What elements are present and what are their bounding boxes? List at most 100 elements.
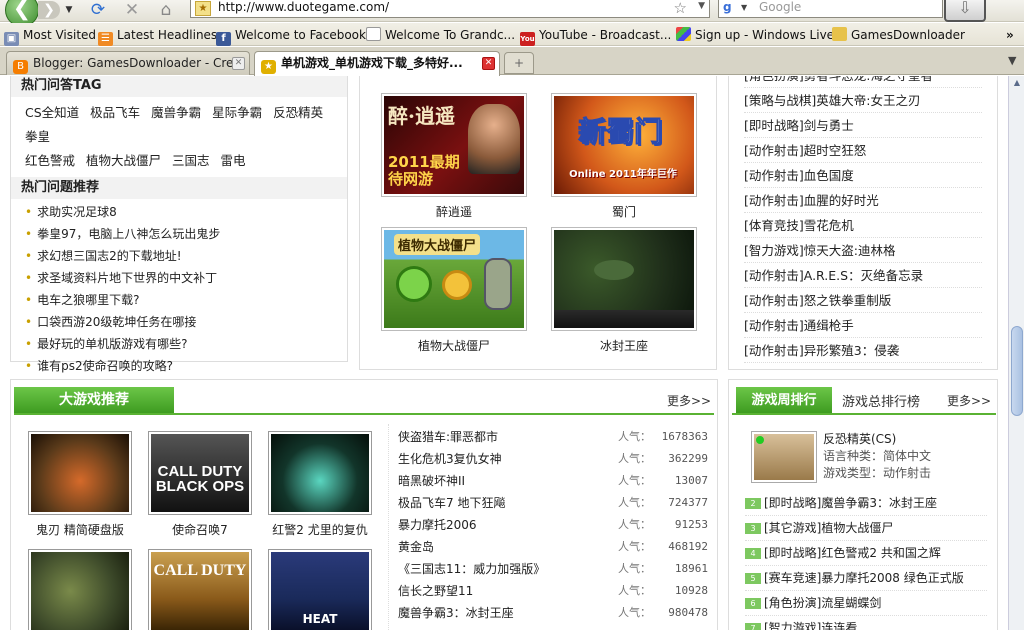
more-link[interactable]: 更多>> (667, 392, 711, 409)
list-item[interactable]: 侠盗猎车:罪恶都市 人气： 1678363 (398, 426, 714, 448)
forward-button[interactable]: ❯ (38, 1, 60, 19)
tab-blogger[interactable]: B Blogger: GamesDownloader - Cre... ✕ (6, 51, 250, 75)
close-icon[interactable]: ✕ (232, 57, 245, 70)
list-item[interactable]: [角色扮演]勇者斗恶龙:海之守望者 (744, 76, 982, 88)
game-card[interactable]: CALL DUTY BLACK OPS 使命召唤7 (148, 431, 252, 538)
list-item[interactable]: [体育竞技]雪花危机 (744, 213, 982, 238)
url-bar[interactable]: ★ http://www.duotegame.com/ ☆ ▼ (190, 0, 710, 18)
list-item[interactable]: 3 [其它游戏]植物大战僵尸 (745, 516, 987, 541)
game-card[interactable]: HEAT (268, 549, 372, 630)
game-link[interactable]: 黄金岛 (398, 540, 434, 554)
close-icon[interactable]: ✕ (482, 57, 495, 70)
game-name[interactable]: 冰封王座 (551, 337, 697, 354)
search-box[interactable]: g ▼ Google (718, 0, 943, 18)
home-icon[interactable]: ⌂ (154, 0, 178, 20)
question-link[interactable]: 最好玩的单机版游戏有哪些? (37, 337, 187, 351)
game-link[interactable]: [其它游戏]植物大战僵尸 (764, 521, 893, 535)
game-thumbnail[interactable]: 醉·逍遥 2011最期待网游 (381, 93, 527, 197)
game-link[interactable]: 极品飞车7 地下狂飚 (398, 496, 505, 510)
tag-link[interactable]: 极品飞车 (90, 105, 140, 120)
game-link[interactable]: 《三国志11：威力加强版》 (398, 562, 545, 576)
game-link[interactable]: [即时战略]红色警戒2 共和国之辉 (764, 546, 941, 560)
bookmark-latest-headlines[interactable]: ☰ Latest Headlines (98, 27, 217, 46)
scroll-up-arrow-icon[interactable]: ▲ (1011, 78, 1023, 90)
list-item[interactable]: 2 [即时战略]魔兽争霸3：冰封王座 (745, 491, 987, 516)
list-item[interactable]: [即时战略]剑与勇士 (744, 113, 982, 138)
vertical-scrollbar[interactable]: ▲ (1008, 76, 1024, 630)
game-link[interactable]: 信长之野望11 (398, 584, 473, 598)
list-item[interactable]: [动作射击]异形繁殖3：侵袭 (744, 338, 982, 363)
tag-link[interactable]: 三国志 (172, 153, 210, 168)
bookmark-youtube[interactable]: You YouTube - Broadcast... (520, 27, 671, 46)
list-item[interactable]: • 最好玩的单机版游戏有哪些? (25, 333, 333, 355)
tag-link[interactable]: 反恐精英 (273, 105, 323, 120)
stop-icon[interactable]: ✕ (120, 0, 144, 20)
bookmark-windows-live[interactable]: Sign up - Windows Live (676, 27, 834, 43)
list-item[interactable]: 6 [角色扮演]流星蝴蝶剑 (745, 591, 987, 616)
history-dropdown-button[interactable]: ▼ (62, 1, 76, 19)
list-item[interactable]: 魔兽争霸3：冰封王座 人气： 980478 (398, 602, 714, 624)
game-name[interactable]: 醉逍遥 (381, 203, 527, 220)
game-link[interactable]: 魔兽争霸3：冰封王座 (398, 606, 514, 620)
tab-total-rank[interactable]: 游戏总排行榜 (842, 391, 920, 410)
tag-link[interactable]: 雷电 (221, 153, 246, 168)
game-card[interactable]: 新蜀门 Online 2011年年巨作 蜀门 (551, 93, 697, 220)
question-link[interactable]: 谁有ps2使命召唤的攻略? (37, 359, 173, 373)
list-item[interactable]: • 电车之狼哪里下载? (25, 289, 333, 311)
list-item[interactable]: [智力游戏]惊天大盗:迪林格 (744, 238, 982, 263)
list-item[interactable]: [动作射击]怒之铁拳重制版 (744, 288, 982, 313)
featured-game-name[interactable]: 反恐精英(CS) (823, 431, 931, 448)
game-name[interactable]: 使命召唤7 (148, 521, 252, 538)
game-name[interactable]: 红警2 尤里的复仇 (268, 521, 372, 538)
question-link[interactable]: 口袋西游20级乾坤任务在哪接 (37, 315, 196, 329)
game-thumbnail[interactable]: 新蜀门 Online 2011年年巨作 (551, 93, 697, 197)
game-link[interactable]: 生化危机3复仇女神 (398, 452, 502, 466)
game-link[interactable]: [角色扮演]流星蝴蝶剑 (764, 596, 881, 610)
tab-weekly-rank[interactable]: 游戏周排行 (736, 387, 832, 414)
question-link[interactable]: 电车之狼哪里下载? (37, 293, 139, 307)
list-item[interactable]: • 求幻想三国志2的下载地址! (25, 245, 333, 267)
game-link[interactable]: [赛车竞速]暴力摩托2008 绿色正式版 (764, 571, 964, 585)
list-item[interactable]: [策略与战棋]英雄大帝:女王之刃 (744, 88, 982, 113)
list-item[interactable]: [动作射击]A.R.E.S：灭绝备忘录 (744, 263, 982, 288)
question-link[interactable]: 求幻想三国志2的下载地址! (37, 249, 181, 263)
question-link[interactable]: 求圣域资料片地下世界的中文补丁 (37, 271, 217, 285)
tab-list-chevron-icon[interactable]: ▼ (1008, 54, 1022, 67)
list-item[interactable]: • 谁有ps2使命召唤的攻略? (25, 355, 333, 377)
tag-link[interactable]: 魔兽争霸 (151, 105, 201, 120)
game-link[interactable]: 暴力摩托2006 (398, 518, 477, 532)
game-link[interactable]: [智力游戏]连连看 (764, 621, 857, 630)
list-item[interactable]: ... (398, 624, 714, 630)
game-link[interactable]: 侠盗猎车:罪恶都市 (398, 430, 498, 444)
list-item[interactable]: 生化危机3复仇女神 人气： 362299 (398, 448, 714, 470)
tag-link[interactable]: 拳皇 (25, 129, 50, 144)
list-item[interactable]: 7 [智力游戏]连连看 (745, 616, 987, 630)
tag-link[interactable]: 红色警戒 (25, 153, 75, 168)
download-arrow-icon[interactable]: ⇩ (944, 0, 986, 22)
reload-icon[interactable]: ⟳ (86, 0, 110, 20)
bookmark-star-icon[interactable]: ☆ (674, 0, 687, 17)
search-engine-icon[interactable]: g (723, 0, 739, 15)
game-card[interactable] (28, 549, 132, 630)
game-card[interactable]: 植物大战僵尸 植物大战僵尸 (381, 227, 527, 354)
game-name[interactable]: 植物大战僵尸 (381, 337, 527, 354)
list-item[interactable]: 5 [赛车竞速]暴力摩托2008 绿色正式版 (745, 566, 987, 591)
list-item[interactable]: [动作射击]血腥的好时光 (744, 188, 982, 213)
list-item[interactable]: • 口袋西游20级乾坤任务在哪接 (25, 311, 333, 333)
game-thumbnail[interactable] (551, 227, 697, 331)
more-link[interactable]: 更多>> (947, 392, 991, 409)
tag-link[interactable]: 植物大战僵尸 (86, 153, 161, 168)
game-name[interactable]: 鬼刃 精简硬盘版 (28, 521, 132, 538)
url-text[interactable]: http://www.duotegame.com/ (218, 0, 389, 14)
game-card[interactable]: 鬼刃 精简硬盘版 (28, 431, 132, 538)
game-thumbnail[interactable] (28, 549, 132, 630)
bookmark-facebook[interactable]: f Welcome to Facebook (216, 27, 366, 46)
list-item[interactable]: [动作射击]通缉枪手 (744, 313, 982, 338)
list-item[interactable]: 《三国志11：威力加强版》 人气： 18961 (398, 558, 714, 580)
game-card[interactable]: 醉·逍遥 2011最期待网游 醉逍遥 (381, 93, 527, 220)
new-tab-button[interactable]: + (504, 52, 534, 74)
question-link[interactable]: 求助实况足球8 (37, 205, 117, 219)
bookmarks-overflow-button[interactable]: » (1006, 27, 1014, 43)
list-item[interactable]: [动作射击]血色国度 (744, 163, 982, 188)
scrollbar-thumb[interactable] (1011, 326, 1023, 416)
